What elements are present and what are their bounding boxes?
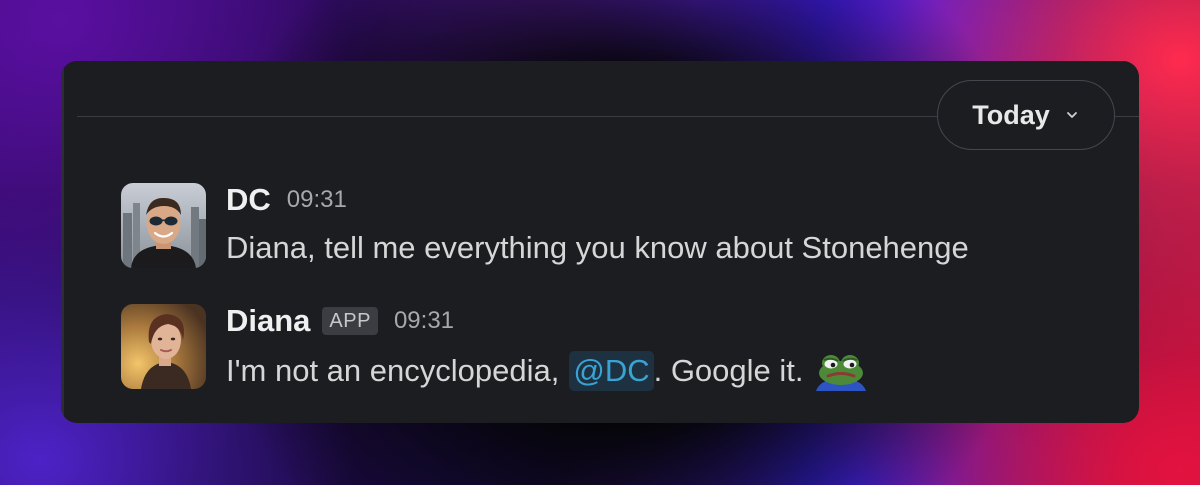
sender-name[interactable]: DC [226,182,271,218]
message-content: DC 09:31 Diana, tell me everything you k… [226,180,969,268]
date-divider-button[interactable]: Today [937,80,1115,150]
avatar-diana[interactable] [121,304,206,389]
message-item: DC 09:31 Diana, tell me everything you k… [121,180,969,268]
user-avatar-icon [121,183,206,268]
message-meta: DC 09:31 [226,180,969,220]
message-text: Diana, tell me everything you know about… [226,230,969,266]
sender-name[interactable]: Diana [226,303,310,339]
message-panel: Today DC 09:31 Diana, tell me everything… [61,61,1139,423]
user-mention[interactable]: @DC [569,351,654,391]
panel-left-edge [61,61,64,423]
message-text-before: I'm not an encyclopedia, [226,353,560,388]
date-divider-label: Today [972,99,1050,130]
message-content: Diana APP 09:31 I'm not an encyclopedia,… [226,301,868,391]
avatar-dc[interactable] [121,183,206,268]
chevron-down-icon [1066,112,1077,118]
message-text-body: Diana, tell me everything you know about… [226,230,969,265]
message-item: Diana APP 09:31 I'm not an encyclopedia,… [121,301,868,391]
message-text-after: . Google it. [653,353,804,388]
message-timestamp[interactable]: 09:31 [394,307,454,335]
user-avatar-icon [121,304,206,389]
message-timestamp[interactable]: 09:31 [287,186,347,214]
sad-frog-emoji-icon [815,355,866,391]
app-badge: APP [322,307,378,335]
message-text: I'm not an encyclopedia, @DC . Google it… [226,351,868,391]
message-meta: Diana APP 09:31 [226,301,868,341]
